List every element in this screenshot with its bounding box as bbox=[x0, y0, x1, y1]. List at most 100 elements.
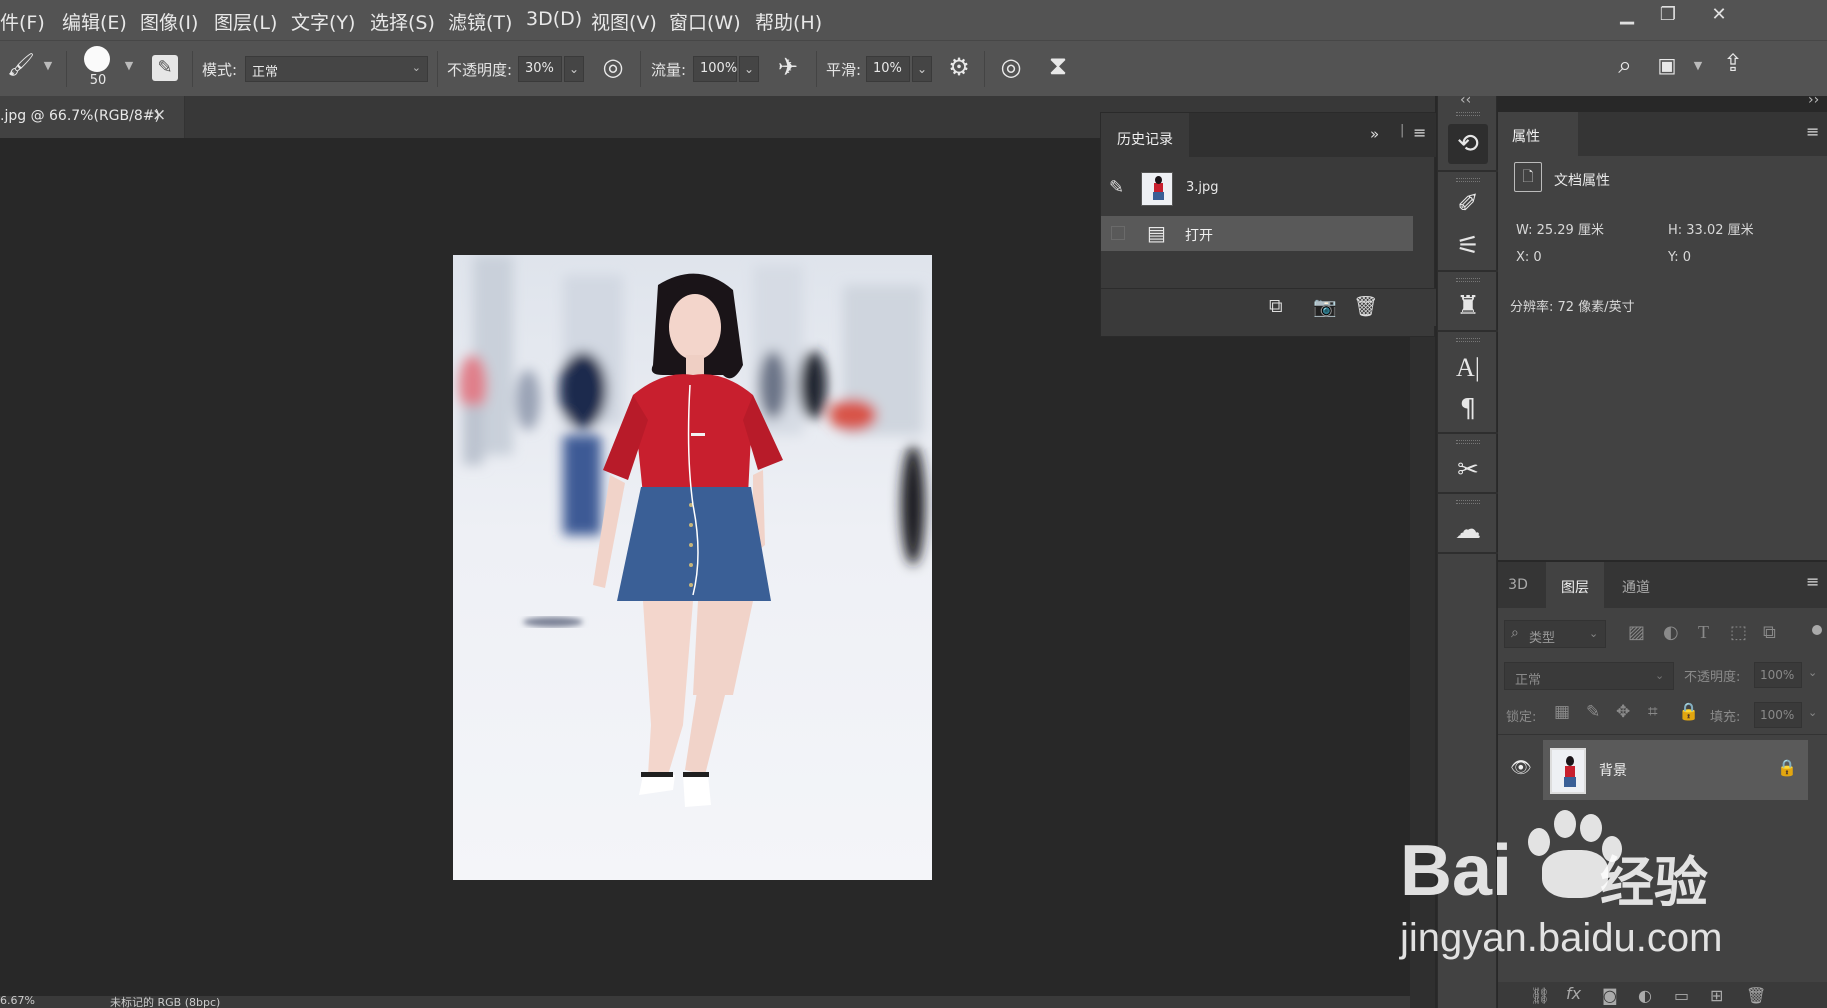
tab-channels[interactable]: 通道 bbox=[1610, 562, 1662, 608]
chevron-down-icon[interactable]: ⌄ bbox=[1808, 666, 1817, 679]
opacity-slider-icon[interactable]: ⌄ bbox=[564, 56, 584, 82]
brush-settings-panel-icon[interactable]: ✐ bbox=[1448, 184, 1488, 224]
width-value[interactable]: W: 25.29 厘米 bbox=[1516, 219, 1604, 238]
lock-image-icon[interactable]: ✎ bbox=[1586, 702, 1600, 722]
camera-icon[interactable]: 📷 bbox=[1313, 295, 1337, 318]
restore-icon[interactable]: ❐ bbox=[1653, 4, 1683, 28]
document-tab[interactable]: .jpg @ 66.7%(RGB/8#) × bbox=[0, 96, 185, 138]
smoothing-slider-icon[interactable]: ⌄ bbox=[912, 56, 932, 82]
close-window-icon[interactable]: ✕ bbox=[1704, 4, 1734, 28]
lock-icon[interactable]: 🔒 bbox=[1777, 758, 1797, 777]
brush-picker-chevron-icon[interactable]: ▼ bbox=[122, 59, 136, 72]
tab-history[interactable]: 历史记录 bbox=[1101, 113, 1189, 157]
filter-adjustment-icon[interactable]: ◐ bbox=[1663, 622, 1679, 643]
history-snapshot[interactable]: ✎ 3.jpg bbox=[1101, 163, 1413, 213]
chevron-down-icon[interactable]: ⌄ bbox=[1808, 706, 1817, 719]
layer-filter-select[interactable]: ⌕ 类型 ⌄ bbox=[1504, 620, 1606, 648]
opacity-input[interactable]: 30% bbox=[518, 56, 562, 82]
dock-grip[interactable] bbox=[1456, 500, 1480, 504]
filter-toggle-icon[interactable] bbox=[1812, 625, 1822, 635]
trash-icon[interactable]: 🗑 bbox=[1353, 294, 1378, 318]
filter-shape-icon[interactable]: ⬚ bbox=[1730, 622, 1747, 643]
x-value[interactable]: X: 0 bbox=[1516, 250, 1542, 265]
flow-input[interactable]: 100% bbox=[693, 56, 737, 82]
menu-3d[interactable]: 3D(D) bbox=[526, 8, 582, 30]
separator bbox=[192, 51, 193, 87]
menu-edit[interactable]: 编辑(E) bbox=[62, 8, 127, 35]
menu-help[interactable]: 帮助(H) bbox=[755, 8, 822, 35]
airbrush-icon[interactable]: ✈ bbox=[772, 53, 804, 81]
tab-properties[interactable]: 属性 bbox=[1498, 112, 1578, 156]
fill-input[interactable]: 100% bbox=[1754, 702, 1802, 728]
lock-all-icon[interactable]: 🔒 bbox=[1678, 702, 1699, 722]
clone-source-icon[interactable]: ♜ bbox=[1448, 286, 1488, 326]
tool-preset-chevron-icon[interactable]: ▼ bbox=[40, 59, 56, 72]
close-tab-icon[interactable]: × bbox=[152, 105, 166, 125]
tool-presets-icon[interactable]: ✂ bbox=[1448, 450, 1488, 490]
workspace-chevron-icon[interactable]: ▼ bbox=[1690, 59, 1706, 72]
document-info[interactable]: 未标记的 RGB (8bpc) bbox=[110, 996, 220, 1008]
flow-slider-icon[interactable]: ⌄ bbox=[739, 56, 759, 82]
new-document-from-state-icon[interactable]: ⧉ bbox=[1269, 295, 1283, 317]
menu-filter[interactable]: 滤镜(T) bbox=[448, 8, 512, 35]
brush-tip-icon[interactable] bbox=[84, 46, 110, 72]
dock-grip[interactable] bbox=[1456, 338, 1480, 342]
libraries-icon[interactable]: ☁ bbox=[1448, 510, 1488, 550]
smoothing-input[interactable]: 10% bbox=[866, 56, 910, 82]
eye-icon[interactable]: 👁 bbox=[1510, 758, 1532, 778]
dock-separator bbox=[1438, 270, 1498, 272]
filter-pixel-icon[interactable]: ▨ bbox=[1628, 622, 1645, 643]
pressure-size-icon[interactable]: ◎ bbox=[996, 53, 1026, 81]
adjustments-panel-icon[interactable]: ⚟ bbox=[1448, 226, 1488, 266]
menu-window[interactable]: 窗口(W) bbox=[669, 8, 741, 35]
filter-type-icon[interactable]: T bbox=[1698, 622, 1709, 643]
mode-select[interactable]: 正常 ⌄ bbox=[245, 56, 428, 82]
filter-smart-object-icon[interactable]: ⧉ bbox=[1763, 622, 1776, 643]
dock-grip[interactable] bbox=[1456, 278, 1480, 282]
menu-select[interactable]: 选择(S) bbox=[370, 8, 435, 35]
pressure-opacity-icon[interactable]: ◎ bbox=[598, 53, 628, 81]
y-value[interactable]: Y: 0 bbox=[1668, 250, 1691, 265]
lock-artboard-icon[interactable]: ⌗ bbox=[1648, 702, 1658, 722]
resolution-value[interactable]: 分辨率: 72 像素/英寸 bbox=[1510, 296, 1635, 315]
blend-mode-select[interactable]: 正常 ⌄ bbox=[1504, 662, 1674, 690]
symmetry-butterfly-icon[interactable]: ⧗ bbox=[1042, 51, 1074, 82]
separator bbox=[437, 51, 438, 87]
history-panel-icon[interactable]: ⟲ bbox=[1448, 124, 1488, 164]
history-step[interactable]: ▤ 打开 bbox=[1101, 216, 1413, 251]
menu-type[interactable]: 文字(Y) bbox=[291, 8, 355, 35]
dock-separator bbox=[1438, 552, 1498, 554]
lock-position-icon[interactable]: ✥ bbox=[1616, 702, 1630, 722]
menu-file[interactable]: 件(F) bbox=[0, 8, 45, 35]
menu-layer[interactable]: 图层(L) bbox=[214, 8, 277, 35]
expand-dock-icon[interactable]: ›› bbox=[1808, 92, 1819, 108]
share-icon[interactable]: ⇪ bbox=[1718, 49, 1748, 77]
collapse-panel-icon[interactable]: » bbox=[1370, 125, 1379, 143]
gear-icon[interactable]: ⚙ bbox=[944, 53, 974, 81]
collapse-dock-icon[interactable]: ‹‹ bbox=[1460, 92, 1471, 108]
menu-view[interactable]: 视图(V) bbox=[591, 8, 657, 35]
tab-layers[interactable]: 图层 bbox=[1546, 562, 1604, 608]
dock-grip[interactable] bbox=[1456, 112, 1480, 116]
history-step-checkbox[interactable] bbox=[1111, 226, 1125, 240]
layer-opacity-input[interactable]: 100% bbox=[1754, 662, 1802, 688]
dock-grip[interactable] bbox=[1456, 440, 1480, 444]
character-panel-icon[interactable]: A| bbox=[1448, 348, 1488, 388]
search-icon[interactable]: ⌕ bbox=[1610, 51, 1640, 79]
document-image[interactable] bbox=[453, 255, 932, 880]
dock-grip[interactable] bbox=[1456, 178, 1480, 182]
paragraph-panel-icon[interactable]: ¶ bbox=[1448, 389, 1488, 429]
history-brush-source-icon[interactable]: ✎ bbox=[1109, 177, 1124, 198]
lock-transparency-icon[interactable]: ▦ bbox=[1554, 702, 1570, 722]
brush-tool-icon[interactable]: 🖌 bbox=[6, 53, 36, 78]
panel-menu-icon[interactable]: ≡ bbox=[1413, 123, 1426, 142]
panel-menu-icon[interactable]: ≡ bbox=[1806, 572, 1819, 591]
zoom-level[interactable]: 6.67% bbox=[0, 996, 35, 1007]
tab-3d[interactable]: 3D bbox=[1498, 562, 1538, 608]
minimize-icon[interactable]: ▁ bbox=[1612, 4, 1642, 28]
menu-image[interactable]: 图像(I) bbox=[140, 8, 198, 35]
workspace-icon[interactable]: ▣ bbox=[1652, 53, 1682, 77]
height-value[interactable]: H: 33.02 厘米 bbox=[1668, 219, 1754, 238]
brush-settings-icon[interactable]: ✎ bbox=[152, 55, 178, 81]
panel-menu-icon[interactable]: ≡ bbox=[1806, 122, 1819, 141]
